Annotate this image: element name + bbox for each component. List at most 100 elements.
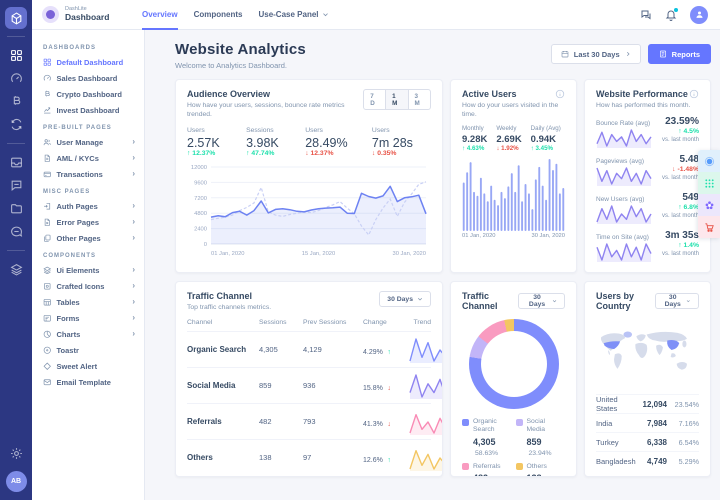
rail-item-files[interactable] <box>3 197 29 220</box>
country-row[interactable]: United States 12,094 23.54% <box>596 394 699 413</box>
date-range-button[interactable]: Last 30 Days <box>551 44 641 64</box>
range-3m-button[interactable]: 3 M <box>408 90 430 109</box>
rail-item-inbox[interactable] <box>3 151 29 174</box>
sidebar-item-default-dashboard[interactable]: Default Dashboard <box>32 54 144 70</box>
sidebar-item-tables[interactable]: Tables <box>32 294 144 310</box>
shop-button[interactable] <box>698 216 720 238</box>
rail-item-messages[interactable] <box>3 174 29 197</box>
tab-components[interactable]: Components <box>194 0 243 30</box>
sidebar-item-sales-dashboard[interactable]: Sales Dashboard <box>32 70 144 86</box>
rail-avatar[interactable]: AB <box>6 471 27 492</box>
legend-value: 859 23.94% <box>527 437 566 457</box>
metric-note: vs. last month <box>662 213 699 221</box>
reports-button[interactable]: Reports <box>648 44 711 64</box>
sidebar-item-aml-kycs[interactable]: AML / KYCs <box>32 150 144 166</box>
user-avatar[interactable] <box>690 6 708 24</box>
trend-arrow: ↑ <box>387 457 391 464</box>
stat-delta: ↑ 12.37% <box>187 150 246 157</box>
svg-text:9600: 9600 <box>194 181 207 187</box>
country-percent: 7.16% <box>667 419 699 428</box>
file-icon <box>43 154 52 163</box>
cart-icon <box>704 222 715 233</box>
prev-sessions-value: 4,129 <box>303 345 363 354</box>
range-1m-button[interactable]: 1 M <box>385 90 407 109</box>
legend-value: 138 4.49% <box>527 473 566 477</box>
layers-icon <box>43 266 52 275</box>
range-dropdown[interactable]: 30 Days <box>655 293 699 309</box>
chevron-right-icon <box>132 282 135 290</box>
legend-swatch <box>516 419 523 426</box>
perf-row-time-on-site: Time on Site (avg)3m 35s ↑ 1.4%vs. last … <box>596 230 699 262</box>
range-7d-button[interactable]: 7 D <box>364 90 385 109</box>
metric-label: Time on Site (avg) <box>596 234 649 241</box>
traffic-channel-donut-card: Traffic Channel 30 Days Organic Search 4… <box>450 281 577 477</box>
table-row[interactable]: Social Media 859 936 15.8% ↓ <box>187 367 431 403</box>
person-icon <box>695 10 704 19</box>
chevron-right-icon <box>132 202 135 210</box>
audience-area-chart: 120009600720048002400001 Jan, 202015 Jan… <box>187 162 430 258</box>
sidebar-item-ui-elements[interactable]: Ui Elements <box>32 262 144 278</box>
sidebar-item-label: Invest Dashboard <box>57 106 120 115</box>
sidebar-item-crypto-dashboard[interactable]: Crypto Dashboard <box>32 86 144 102</box>
trend-sparkline <box>409 445 443 471</box>
sidebar-item-crafted-icons[interactable]: Crafted Icons <box>32 278 144 294</box>
help-icon[interactable] <box>689 89 699 99</box>
sidebar-item-auth-pages[interactable]: Auth Pages <box>32 198 144 214</box>
sidebar-item-sweet-alert[interactable]: Sweet Alert <box>32 358 144 374</box>
sidebar-item-label: Other Pages <box>57 234 101 243</box>
chat-button[interactable] <box>640 9 652 21</box>
rail-item-crypto[interactable] <box>3 90 29 113</box>
rail-item-dashboards[interactable] <box>3 44 29 67</box>
stat-sessions: Sessions 3.98K ↑ 47.74% <box>246 127 305 157</box>
sessions-value: 4,305 <box>259 345 303 354</box>
card-subtitle: How has performed this month. <box>596 101 699 110</box>
rail-item-invest[interactable] <box>3 113 29 136</box>
sidebar-item-error-pages[interactable]: Error Pages <box>32 214 144 230</box>
stat-bounce: Users 28.49% ↓ 12.37% <box>305 127 372 157</box>
metric-label: Pageviews (avg) <box>596 158 644 165</box>
country-row[interactable]: Bangladesh 4,749 5.29% <box>596 451 699 470</box>
sidebar-item-email-template[interactable]: Email Template <box>32 374 144 390</box>
rail-item-sales[interactable] <box>3 67 29 90</box>
mail-icon <box>43 378 52 387</box>
rail-item-components[interactable] <box>3 258 29 281</box>
website-performance-card: Website Performance How has performed th… <box>584 79 711 273</box>
table-row[interactable]: Others 138 97 12.6% ↑ <box>187 439 431 475</box>
sidebar-item-label: Toastr <box>57 346 79 355</box>
table-row[interactable]: Organic Search 4,305 4,129 4.29% ↑ <box>187 331 431 367</box>
stat-delta: ↓ 1.92% <box>496 145 530 152</box>
country-row[interactable]: Turkey 6,338 6.54% <box>596 432 699 451</box>
addons-button[interactable] <box>698 194 720 216</box>
range-dropdown[interactable]: 30 Days <box>379 291 431 307</box>
sidebar-item-label: Crafted Icons <box>57 282 105 291</box>
sidebar-item-user-manage[interactable]: User Manage <box>32 134 144 150</box>
rail-item-support[interactable] <box>3 220 29 243</box>
rail-settings-button[interactable] <box>3 442 29 465</box>
stat-delta: ↑ 3.45% <box>531 145 565 152</box>
legend-swatch <box>462 463 469 470</box>
sidebar-item-forms[interactable]: Forms <box>32 310 144 326</box>
theme-button[interactable] <box>698 150 720 172</box>
legend-swatch <box>516 463 523 470</box>
country-row[interactable]: India 7,984 7.16% <box>596 413 699 432</box>
brand-cube-icon[interactable] <box>5 7 27 29</box>
file-x-icon <box>43 218 52 227</box>
tab-use-case-panel[interactable]: Use-Case Panel <box>258 0 328 30</box>
country-name: India <box>596 419 637 428</box>
brand[interactable]: DashLite Dashboard <box>42 6 142 23</box>
sidebar-item-transactions[interactable]: Transactions <box>32 166 144 182</box>
help-icon[interactable] <box>555 89 565 99</box>
tab-overview[interactable]: Overview <box>142 0 178 30</box>
sidebar-item-toastr[interactable]: Toastr <box>32 342 144 358</box>
range-dropdown[interactable]: 30 Days <box>518 293 565 309</box>
sidebar-item-charts[interactable]: Charts <box>32 326 144 342</box>
col-sessions: Sessions <box>259 319 303 326</box>
table-row[interactable]: Referrals 482 793 41.3% ↓ <box>187 403 431 439</box>
sidebar-item-other-pages[interactable]: Other Pages <box>32 230 144 246</box>
legend-label: Referrals <box>473 463 501 471</box>
world-map <box>596 318 699 394</box>
notifications-button[interactable] <box>665 9 677 21</box>
sidebar-item-invest-dashboard[interactable]: Invest Dashboard <box>32 102 144 118</box>
sessions-value: 482 <box>259 417 303 426</box>
apps-button[interactable] <box>698 172 720 194</box>
